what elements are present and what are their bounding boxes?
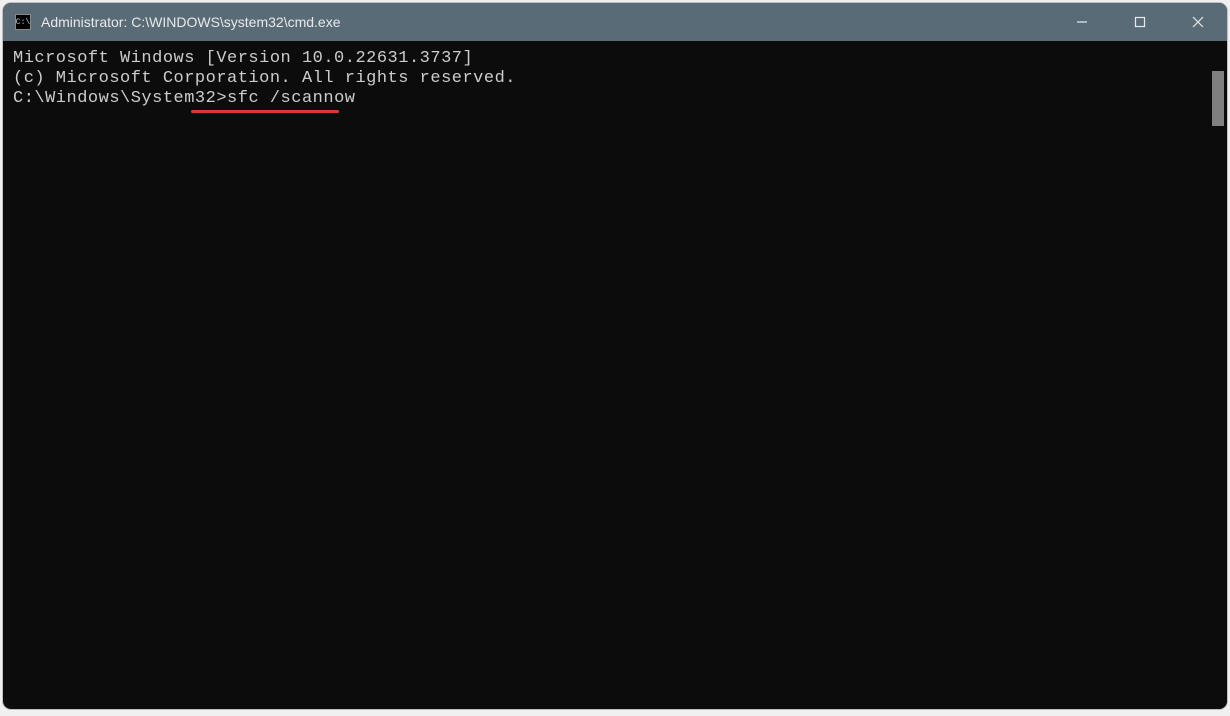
close-button[interactable] — [1169, 3, 1227, 41]
prompt-line: C:\Windows\System32>sfc /scannow — [13, 89, 355, 109]
annotation-underline — [191, 110, 339, 113]
terminal-content[interactable]: Microsoft Windows [Version 10.0.22631.37… — [3, 41, 1209, 709]
scrollbar[interactable] — [1209, 41, 1227, 709]
maximize-button[interactable] — [1111, 3, 1169, 41]
scrollbar-thumb[interactable] — [1212, 71, 1224, 126]
maximize-icon — [1134, 16, 1146, 28]
cmd-icon-text: C:\ — [16, 18, 30, 27]
prompt-path: C:\Windows\System32> — [13, 89, 227, 108]
cmd-window: C:\ Administrator: C:\WINDOWS\system32\c… — [3, 3, 1227, 709]
window-controls — [1053, 3, 1227, 41]
close-icon — [1192, 16, 1204, 28]
minimize-button[interactable] — [1053, 3, 1111, 41]
command-input[interactable]: sfc /scannow — [227, 89, 355, 108]
titlebar[interactable]: C:\ Administrator: C:\WINDOWS\system32\c… — [3, 3, 1227, 41]
terminal-body: Microsoft Windows [Version 10.0.22631.37… — [3, 41, 1227, 709]
cmd-icon: C:\ — [15, 14, 31, 30]
minimize-icon — [1076, 16, 1088, 28]
window-title: Administrator: C:\WINDOWS\system32\cmd.e… — [41, 14, 1053, 30]
output-line-copyright: (c) Microsoft Corporation. All rights re… — [13, 69, 1199, 89]
output-line-version: Microsoft Windows [Version 10.0.22631.37… — [13, 49, 1199, 69]
